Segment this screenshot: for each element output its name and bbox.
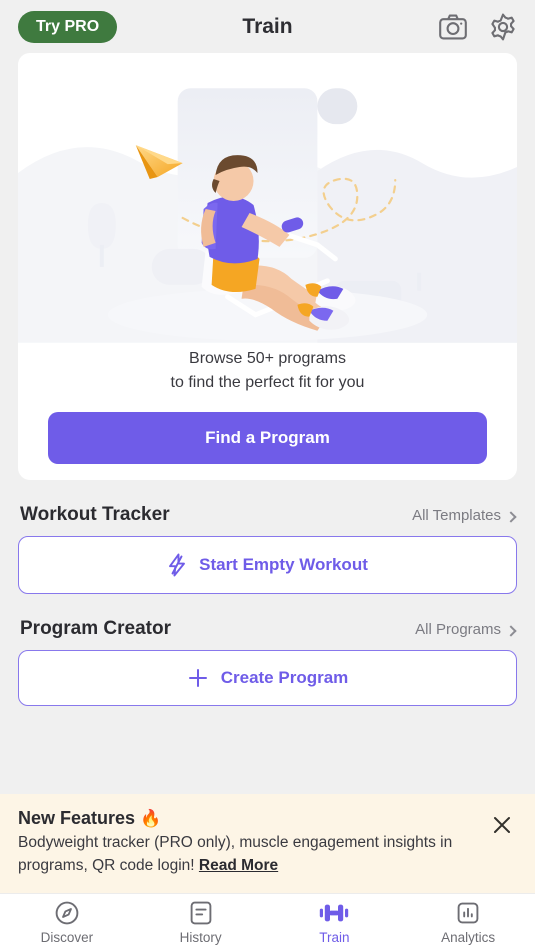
program-creator-section: Program Creator All Programs Create Prog… xyxy=(0,594,535,707)
nav-label-history: History xyxy=(179,930,222,945)
program-creator-title: Program Creator xyxy=(20,618,171,640)
hero-card: Browse 50+ programs to find the perfect … xyxy=(18,53,517,481)
start-empty-workout-button[interactable]: Start Empty Workout xyxy=(18,536,517,595)
all-programs-label: All Programs xyxy=(415,621,501,639)
header-actions xyxy=(439,13,517,41)
hero-line-2: to find the perfect fit for you xyxy=(170,373,365,391)
chevron-right-icon xyxy=(505,625,517,637)
nav-label-train: Train xyxy=(319,930,350,945)
all-templates-link[interactable]: All Templates xyxy=(412,507,517,525)
program-creator-header: Program Creator All Programs xyxy=(18,594,517,650)
nav-item-history[interactable]: History xyxy=(134,900,268,945)
banner-body: New Features 🔥 Bodyweight tracker (PRO o… xyxy=(18,808,487,877)
plus-icon xyxy=(187,667,209,689)
nav-item-analytics[interactable]: Analytics xyxy=(401,900,535,945)
document-icon xyxy=(188,900,214,926)
lightning-bolt-icon xyxy=(167,553,187,577)
all-programs-link[interactable]: All Programs xyxy=(415,621,517,639)
fire-emoji-icon: 🔥 xyxy=(140,809,162,829)
workout-tracker-section: Workout Tracker All Templates Start Empt… xyxy=(0,480,535,595)
hero-description: Browse 50+ programs to find the perfect … xyxy=(18,343,517,394)
try-pro-button[interactable]: Try PRO xyxy=(18,10,118,43)
hero-line-1: Browse 50+ programs xyxy=(189,350,346,367)
find-a-program-button[interactable]: Find a Program xyxy=(48,412,487,465)
all-templates-label: All Templates xyxy=(412,507,501,525)
close-icon xyxy=(491,817,513,839)
read-more-link[interactable]: Read More xyxy=(199,857,278,874)
create-program-button[interactable]: Create Program xyxy=(18,650,517,707)
banner-title: New Features xyxy=(18,808,136,829)
nav-item-discover[interactable]: Discover xyxy=(0,900,134,945)
bar-chart-icon xyxy=(455,900,481,926)
compass-icon xyxy=(54,900,80,926)
gear-icon[interactable] xyxy=(489,13,517,41)
dumbbell-icon xyxy=(319,900,349,926)
new-features-banner: New Features 🔥 Bodyweight tracker (PRO o… xyxy=(0,794,535,893)
workout-tracker-title: Workout Tracker xyxy=(20,504,170,526)
nav-label-analytics: Analytics xyxy=(441,930,496,945)
nav-label-discover: Discover xyxy=(40,930,94,945)
banner-close-button[interactable] xyxy=(487,810,517,843)
nav-item-train[interactable]: Train xyxy=(268,900,402,945)
start-empty-workout-label: Start Empty Workout xyxy=(199,555,368,575)
banner-text-row: Bodyweight tracker (PRO only), muscle en… xyxy=(18,832,477,877)
workout-tracker-header: Workout Tracker All Templates xyxy=(18,480,517,536)
camera-icon[interactable] xyxy=(439,14,467,40)
app-screen: Try PRO Train Browse 50+ programs to fin… xyxy=(0,0,535,951)
rowing-machine-illustration xyxy=(18,53,517,343)
banner-title-row: New Features 🔥 xyxy=(18,808,477,829)
chevron-right-icon xyxy=(505,511,517,523)
app-header: Try PRO Train xyxy=(0,0,535,53)
bottom-navigation: Discover History Train Analytics xyxy=(0,893,535,951)
create-program-label: Create Program xyxy=(220,668,349,688)
